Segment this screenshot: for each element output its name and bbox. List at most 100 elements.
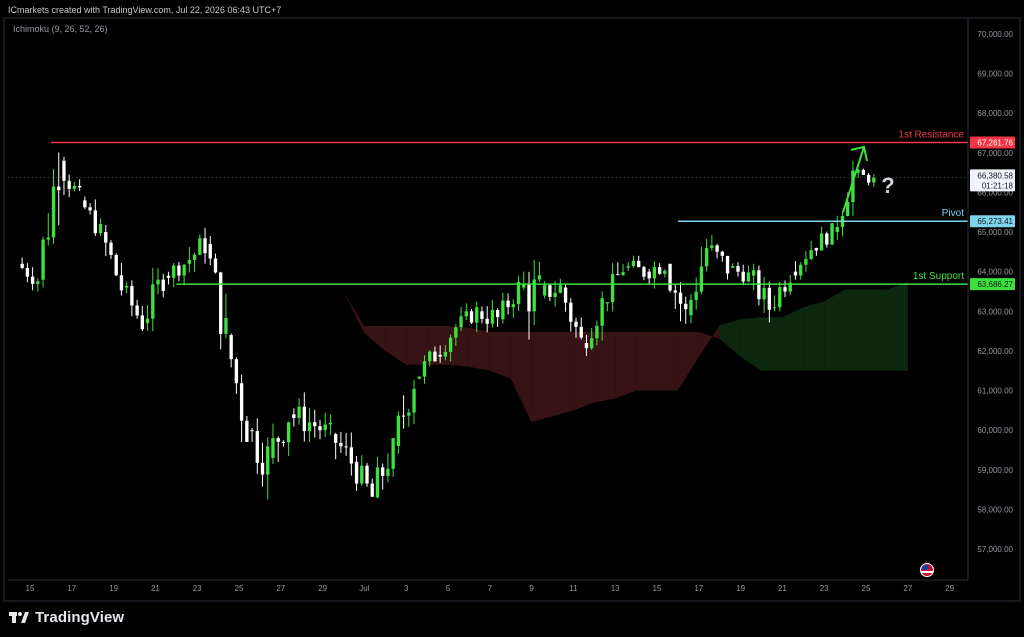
indicator-legend[interactable]: Ichimoku (9, 26, 52, 26) [13, 24, 108, 34]
candle-body [537, 275, 542, 280]
candle-body [349, 447, 354, 464]
cloud-segment [489, 331, 511, 379]
candle-body [166, 275, 171, 278]
candle-body [30, 276, 35, 284]
candle-body [104, 232, 108, 243]
candle-body [809, 249, 813, 259]
candle-body [678, 292, 683, 304]
candle-body [344, 446, 348, 448]
candle-body [778, 287, 782, 308]
cloud-segment [531, 331, 553, 423]
candle-body [83, 200, 87, 208]
cloud-segment [468, 327, 490, 371]
price-axis-tick-label: 60,000.00 [977, 426, 1013, 435]
candle-body [574, 321, 578, 327]
candle-body [124, 285, 129, 288]
cloud-segment [866, 289, 887, 371]
cloud-segment [594, 331, 616, 403]
candle-body [710, 245, 714, 248]
candle-body [286, 422, 291, 443]
candle-body [715, 245, 719, 252]
candle-body [130, 285, 134, 306]
candle-body [328, 422, 333, 425]
candle-body [610, 274, 615, 303]
us-flag-icon[interactable] [920, 563, 934, 577]
candle-body [114, 254, 118, 276]
support-level-label: 1st Support [913, 271, 964, 282]
candle-body [725, 255, 730, 274]
time-axis-tick-label: 19 [736, 584, 745, 593]
candle-body [412, 388, 416, 413]
candle-body [584, 343, 589, 349]
resistance-price-tag: 67,261.76 [977, 138, 1013, 147]
time-axis-tick-label: 11 [569, 584, 578, 593]
candle-body [673, 290, 677, 293]
price-axis-tick-label: 65,000.00 [977, 228, 1013, 237]
candle-body [276, 438, 280, 442]
candle-body [140, 315, 145, 330]
candle-body [579, 326, 583, 338]
candle-body [825, 233, 829, 245]
candle-body [360, 465, 364, 484]
candle-body [145, 318, 150, 324]
candle-body [694, 291, 698, 300]
candle-body [704, 248, 709, 267]
candle-body [250, 430, 254, 432]
candle-body [428, 351, 432, 362]
candle-body [459, 316, 463, 328]
time-axis-tick-label: 27 [903, 584, 912, 593]
candle-body [135, 305, 139, 316]
candle-body [245, 420, 249, 443]
tradingview-logo-icon [9, 612, 29, 623]
pivot-level-label: Pivot [942, 208, 964, 219]
candle-body [260, 462, 265, 475]
candle-body [161, 279, 165, 291]
price-axis-tick-label: 64,000.00 [977, 268, 1013, 277]
cloud-segment [824, 289, 846, 371]
candle-body [297, 406, 301, 419]
candle-body [657, 267, 662, 274]
candle-body [804, 258, 808, 265]
tradingview-brand: TradingView [9, 607, 124, 627]
cloud-segment [552, 331, 574, 417]
candle-body [600, 298, 604, 326]
candle-body [626, 266, 630, 268]
candle-body [20, 263, 24, 268]
candle-body [271, 438, 275, 458]
candle-body [151, 284, 155, 319]
candle-body [46, 237, 50, 240]
candle-body [239, 383, 244, 421]
time-axis-tick-label: Jul [359, 584, 369, 593]
candle-body [182, 264, 186, 276]
cloud-segment [406, 325, 428, 365]
candle-body [62, 160, 66, 181]
candle-body [464, 311, 468, 317]
price-axis-tick-label: 70,000.00 [977, 30, 1013, 39]
candle-body [192, 254, 197, 260]
candle-body [438, 354, 442, 357]
candle-body [187, 259, 192, 264]
candle-body [767, 287, 772, 310]
candle-body [595, 325, 599, 339]
candlestick-chart[interactable]: 1st Resistance Pivot 1st Support? 70,000.00… [0, 0, 1024, 637]
time-axis-tick-label: 29 [318, 584, 327, 593]
candle-body [751, 270, 756, 276]
candle-body [407, 412, 411, 416]
candle-body [558, 285, 563, 293]
time-axis-tick-label: 21 [778, 584, 787, 593]
time-axis-tick-label: 7 [488, 584, 493, 593]
candle-body [631, 260, 636, 267]
candle-body [814, 247, 819, 251]
cloud-segment [636, 331, 657, 391]
candle-body [109, 242, 113, 255]
candle-body [563, 287, 568, 303]
candle-body [98, 223, 103, 234]
candle-body [375, 467, 380, 498]
candle-body [67, 180, 71, 189]
price-axis-tick-label: 69,000.00 [977, 70, 1013, 79]
candle-body [88, 207, 92, 211]
candle-body [506, 300, 510, 308]
candle-body [208, 243, 212, 259]
candle-body [234, 359, 239, 384]
candle-body [172, 265, 176, 278]
